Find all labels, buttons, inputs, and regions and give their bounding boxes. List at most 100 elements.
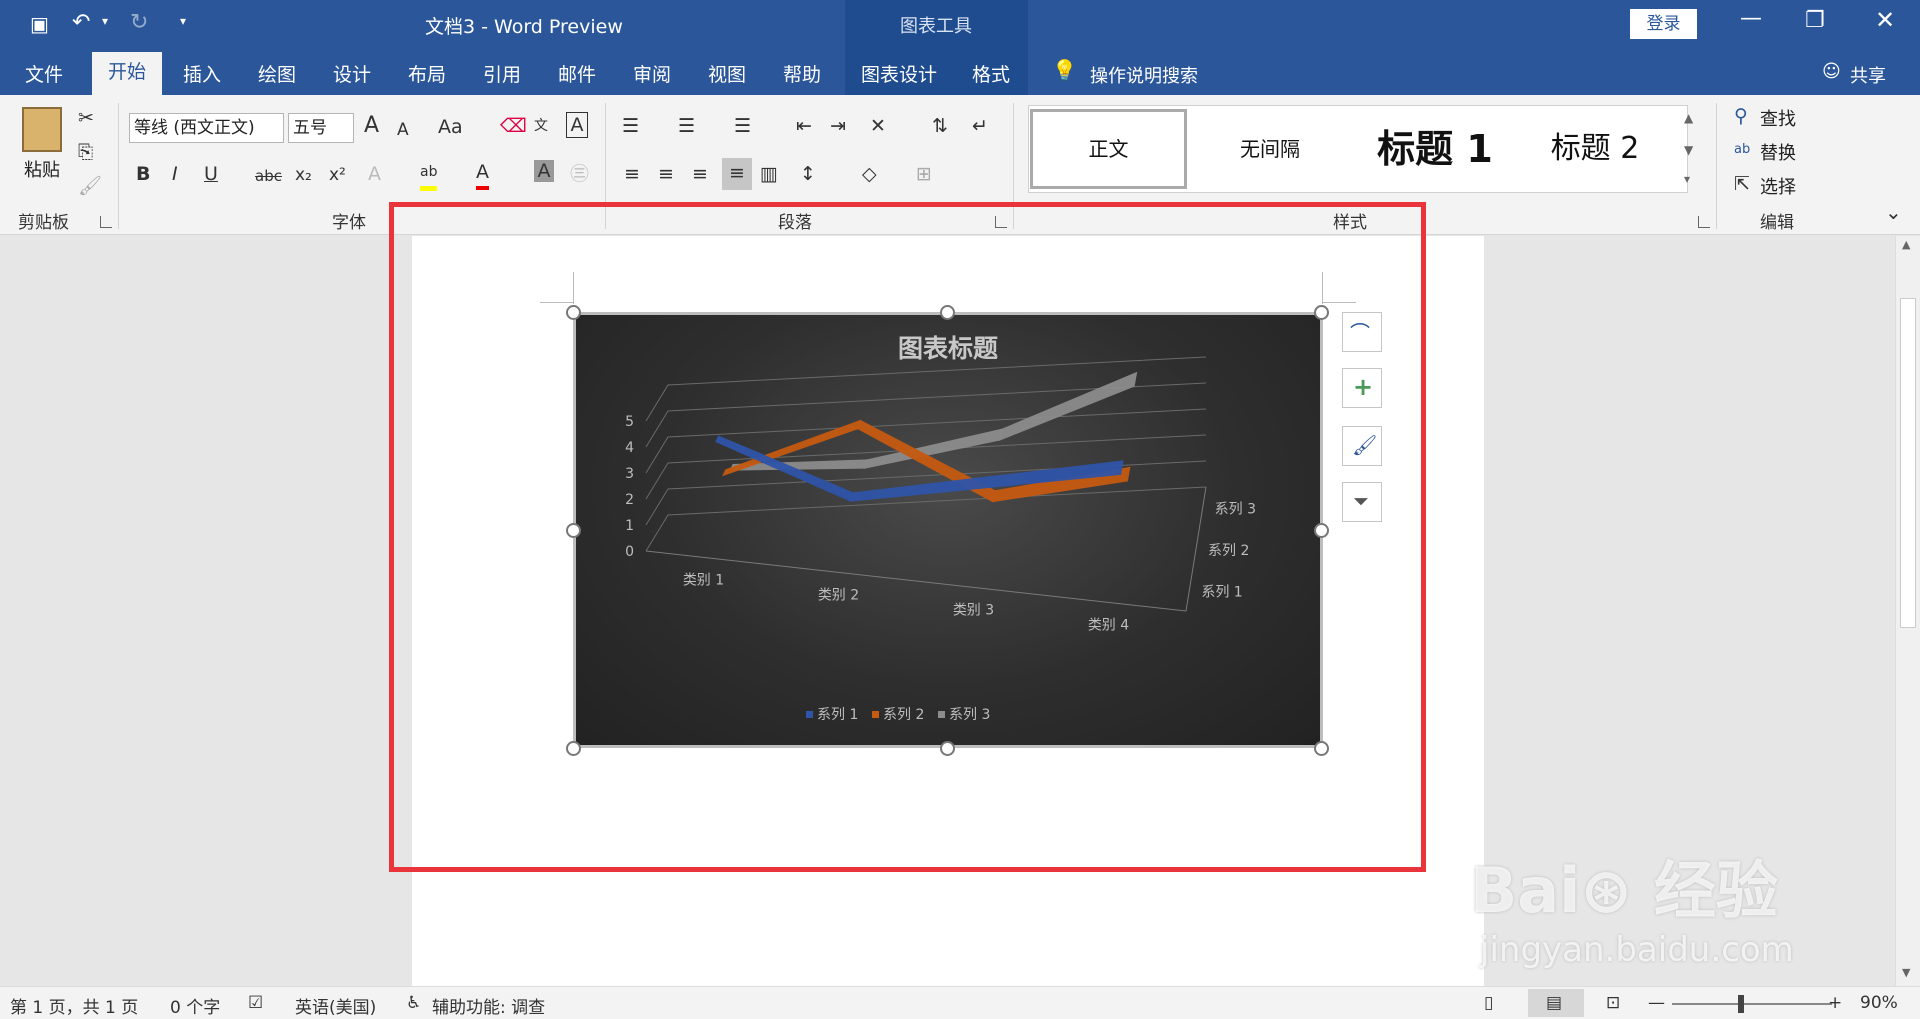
zoom-slider-thumb[interactable] (1738, 995, 1744, 1013)
restore-icon[interactable]: ❐ (1805, 8, 1825, 33)
tab-chart-design[interactable]: 图表设计 (854, 60, 944, 95)
save-icon[interactable]: ▣ (30, 12, 49, 36)
clipboard-group-label: 剪贴板 (18, 213, 69, 233)
paste-label[interactable]: 粘贴 (24, 156, 60, 182)
accessibility-icon[interactable]: ♿ (406, 993, 421, 1013)
undo-icon[interactable]: ↶ (72, 10, 90, 35)
close-icon[interactable]: ✕ (1875, 6, 1895, 34)
style-no-spacing[interactable]: 无间隔 (1190, 109, 1350, 189)
enclose-char-icon[interactable]: ㊂ (570, 160, 589, 188)
tab-home[interactable]: 开始 (92, 52, 162, 95)
font-size-select[interactable]: 五号 (288, 113, 354, 143)
grow-font-icon[interactable]: A (364, 112, 379, 140)
multilevel-list-icon[interactable]: ☰ (734, 112, 751, 140)
share-button[interactable]: 共享 (1850, 62, 1886, 88)
word-count[interactable]: 0 个字 (170, 993, 220, 1018)
align-left-icon[interactable]: ≡ (624, 160, 640, 188)
tab-help[interactable]: 帮助 (774, 60, 830, 95)
style-heading2[interactable]: 标题 2 (1515, 109, 1675, 189)
tab-view[interactable]: 视图 (699, 60, 755, 95)
strikethrough-button[interactable]: abc (255, 162, 282, 190)
borders-icon[interactable]: ⊞ (916, 160, 932, 188)
find-button[interactable]: 查找 (1760, 105, 1796, 131)
highlight-icon[interactable]: ab (420, 158, 438, 191)
italic-button[interactable]: I (172, 160, 178, 188)
distributed-icon[interactable]: ▥ (760, 160, 778, 188)
vertical-scrollbar[interactable]: ▲ ▼ (1895, 236, 1920, 986)
text-effects-icon[interactable]: A (368, 160, 381, 188)
language-label[interactable]: 英语(美国) (295, 993, 376, 1018)
find-icon[interactable]: ⚲ (1734, 102, 1748, 130)
select-button[interactable]: 选择 (1760, 173, 1796, 199)
redo-icon[interactable]: ↻ (130, 10, 148, 35)
tab-draw[interactable]: 绘图 (249, 60, 305, 95)
subscript-button[interactable]: x₂ (295, 161, 312, 189)
gallery-more-icon[interactable]: ▾ (1684, 165, 1690, 193)
bullets-icon[interactable]: ☰ (622, 112, 639, 140)
tab-mailings[interactable]: 邮件 (549, 60, 605, 95)
tab-file[interactable]: 文件 (18, 60, 70, 95)
decrease-indent-icon[interactable]: ⇤ (796, 112, 812, 140)
login-button[interactable]: 登录 (1630, 9, 1697, 39)
clear-format-icon[interactable]: ⌫ (500, 112, 527, 140)
tab-design[interactable]: 设计 (324, 60, 380, 95)
format-painter-icon[interactable]: 🖌 (78, 172, 102, 200)
web-layout-icon[interactable]: ⊡ (1606, 993, 1620, 1013)
undo-dropdown-icon[interactable]: ▾ (102, 14, 108, 28)
copy-icon[interactable]: ⎘ (78, 138, 93, 166)
paste-icon[interactable] (22, 107, 62, 152)
select-icon[interactable]: ⇱ (1734, 170, 1750, 198)
align-right-icon[interactable]: ≡ (692, 160, 708, 188)
shading-icon[interactable]: ◇ (862, 160, 877, 188)
document-title: 文档3 - Word Preview (425, 16, 623, 38)
scroll-thumb[interactable] (1900, 298, 1916, 628)
proofing-icon[interactable]: ☑ (248, 993, 263, 1013)
bold-button[interactable]: B (136, 160, 150, 188)
show-marks-icon[interactable]: ↵ (972, 112, 988, 140)
superscript-button[interactable]: x² (329, 161, 346, 189)
page-count[interactable]: 第 1 页，共 1 页 (10, 993, 138, 1018)
zoom-slider-track[interactable] (1672, 1003, 1832, 1005)
print-layout-button[interactable]: ▤ (1528, 989, 1584, 1017)
char-border-icon[interactable]: A (566, 112, 588, 138)
scroll-up-icon[interactable]: ▲ (1902, 238, 1910, 251)
tab-review[interactable]: 审阅 (624, 60, 680, 95)
customize-qat-icon[interactable]: ▾ (180, 14, 186, 28)
gallery-up-icon[interactable]: ▲ (1684, 104, 1693, 132)
justify-icon[interactable]: ≡ (722, 158, 752, 190)
change-case-button[interactable]: Aa (438, 113, 463, 141)
tab-layout[interactable]: 布局 (399, 60, 455, 95)
gallery-down-icon[interactable]: ▼ (1684, 136, 1693, 164)
phonetic-guide-icon[interactable]: 文 (534, 112, 548, 140)
asian-layout-icon[interactable]: ✕ (870, 112, 886, 140)
zoom-level[interactable]: 90% (1860, 993, 1898, 1013)
styles-launcher-icon[interactable] (1698, 216, 1710, 228)
accessibility-label[interactable]: 辅助功能: 调查 (432, 993, 545, 1018)
line-spacing-icon[interactable]: ↕ (800, 160, 816, 188)
minimize-icon[interactable]: — (1740, 6, 1762, 31)
collapse-ribbon-icon[interactable]: ⌄ (1885, 198, 1902, 226)
replace-button[interactable]: 替换 (1760, 139, 1796, 165)
numbering-icon[interactable]: ☰ (678, 112, 695, 140)
replace-icon[interactable]: ab (1734, 136, 1750, 164)
style-heading1[interactable]: 标题 1 (1360, 109, 1510, 189)
zoom-out-icon[interactable]: — (1648, 993, 1665, 1013)
tab-format[interactable]: 格式 (963, 60, 1019, 95)
align-center-icon[interactable]: ≡ (658, 160, 674, 188)
clipboard-launcher-icon[interactable] (100, 216, 112, 228)
underline-button[interactable]: U (204, 160, 218, 188)
shrink-font-icon[interactable]: A (397, 116, 409, 144)
font-color-icon[interactable]: A (476, 158, 489, 190)
increase-indent-icon[interactable]: ⇥ (830, 112, 846, 140)
cut-icon[interactable]: ✂ (78, 104, 94, 132)
scroll-down-icon[interactable]: ▼ (1902, 966, 1910, 979)
zoom-in-icon[interactable]: + (1828, 993, 1842, 1013)
tab-references[interactable]: 引用 (474, 60, 530, 95)
style-normal[interactable]: 正文 (1030, 109, 1187, 189)
sort-icon[interactable]: ⇅ (932, 112, 948, 140)
font-family-select[interactable]: 等线 (西文正文) (129, 113, 284, 143)
tell-me-search[interactable]: 操作说明搜索 (1090, 62, 1198, 88)
char-shading-icon[interactable]: A (534, 160, 554, 182)
tab-insert[interactable]: 插入 (174, 60, 230, 95)
read-mode-icon[interactable]: ▯ (1484, 993, 1493, 1013)
